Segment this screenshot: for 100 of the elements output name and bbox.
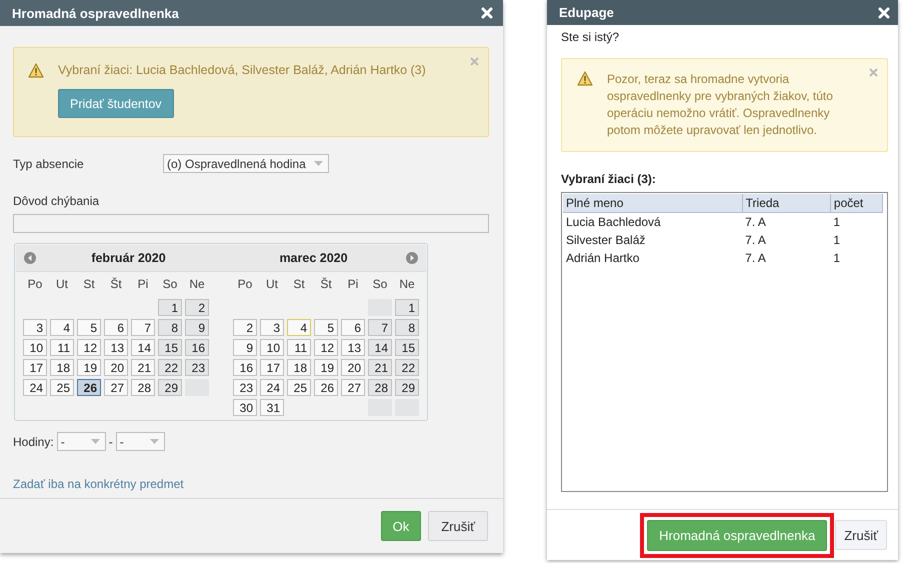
calendar-day[interactable]: 26 xyxy=(77,379,101,396)
calendar-day[interactable]: 3 xyxy=(260,319,284,336)
calendar-day[interactable]: 15 xyxy=(158,339,182,356)
calendar-day[interactable]: 7 xyxy=(131,319,155,336)
table-cell-text: Silvester Baláž xyxy=(565,232,646,249)
dialog-title: Edupage xyxy=(559,5,614,20)
table-cell-text: 7. A xyxy=(744,232,767,249)
weekday-label: Št xyxy=(319,276,333,293)
hour-select[interactable]: - xyxy=(56,432,106,451)
calendar-day[interactable]: 24 xyxy=(23,379,47,396)
weekday-label: Št xyxy=(109,276,123,293)
calendar-day[interactable]: 21 xyxy=(368,359,392,376)
subject-link[interactable]: Zadať iba na konkrétny predmet xyxy=(13,477,184,491)
calendar-day[interactable]: 27 xyxy=(341,379,365,396)
cancel-button[interactable]: Zrušiť xyxy=(428,511,488,541)
calendar-day[interactable]: 22 xyxy=(395,359,419,376)
calendar-day[interactable]: 28 xyxy=(131,379,155,396)
calendar-day[interactable]: 5 xyxy=(77,319,101,336)
calendar-day[interactable]: 22 xyxy=(158,359,182,376)
calendar-day[interactable]: 20 xyxy=(104,359,128,376)
calendar-day[interactable]: 18 xyxy=(50,359,74,376)
table-title: Vybraní žiaci (3): xyxy=(561,172,657,186)
table-cell-text: 7. A xyxy=(744,250,767,267)
calendar-day[interactable]: 17 xyxy=(260,359,284,376)
calendar-day[interactable]: 29 xyxy=(158,379,182,396)
calendar-day[interactable]: 29 xyxy=(395,379,419,396)
calendar-day[interactable]: 30 xyxy=(233,399,257,416)
calendar-day[interactable]: 23 xyxy=(233,379,257,396)
weekday-label: Po xyxy=(26,276,44,293)
calendar-day[interactable]: 11 xyxy=(50,339,74,356)
calendar-day[interactable]: 12 xyxy=(314,339,338,356)
calendar-day[interactable]: 2 xyxy=(233,319,257,336)
dialog-title: Hromadná ospravedlnenka xyxy=(12,6,179,20)
calendar-day[interactable]: 31 xyxy=(260,399,284,416)
absence-type-select[interactable]: (o) Ospravedlnená hodina xyxy=(163,154,329,173)
calendar-day[interactable]: 21 xyxy=(131,359,155,376)
calendar-day[interactable]: 19 xyxy=(314,359,338,376)
calendar-day[interactable]: 1 xyxy=(158,299,182,316)
reason-input-field[interactable] xyxy=(13,214,489,233)
calendar-day[interactable]: 15 xyxy=(395,339,419,356)
calendar-day[interactable]: 25 xyxy=(287,379,311,396)
calendar-day[interactable]: 9 xyxy=(233,339,257,356)
month-title: marec 2020 xyxy=(278,251,349,265)
table-cell-text: 1 xyxy=(832,250,842,267)
calendar-day[interactable]: 5 xyxy=(314,319,338,336)
calendar-day[interactable]: 10 xyxy=(260,339,284,356)
calendar-day[interactable]: 26 xyxy=(314,379,338,396)
calendar-day[interactable]: 3 xyxy=(23,319,47,336)
weekday-label: So xyxy=(372,276,388,293)
range-separator: - xyxy=(108,434,113,448)
next-month-icon[interactable] xyxy=(406,252,418,264)
calendar-day[interactable]: 12 xyxy=(77,339,101,356)
caret-icon xyxy=(90,439,100,444)
column-header[interactable]: počet xyxy=(830,194,882,212)
field-label: Dôvod chýbania xyxy=(13,194,100,208)
calendar-day[interactable]: 20 xyxy=(341,359,365,376)
calendar-day[interactable]: 4 xyxy=(287,319,311,336)
calendar-day[interactable]: 11 xyxy=(287,339,311,356)
calendar-day[interactable]: 8 xyxy=(395,319,419,336)
calendar-day[interactable]: 18 xyxy=(287,359,311,376)
calendar-day[interactable]: 8 xyxy=(158,319,182,336)
calendar-day[interactable]: 6 xyxy=(341,319,365,336)
warning-icon xyxy=(577,71,593,86)
calendar-day[interactable]: 17 xyxy=(23,359,47,376)
caret-icon xyxy=(150,439,159,444)
table-cell-text: Adrián Hartko xyxy=(565,250,640,267)
column-header[interactable]: Plné meno xyxy=(563,194,742,212)
calendar-day[interactable]: 13 xyxy=(341,339,365,356)
calendar-day[interactable]: 19 xyxy=(77,359,101,376)
calendar-day[interactable]: 28 xyxy=(368,379,392,396)
weekday-label: St xyxy=(292,276,306,293)
calendar-day[interactable]: 4 xyxy=(50,319,74,336)
calendar-day[interactable]: 25 xyxy=(50,379,74,396)
previous-month-icon[interactable] xyxy=(24,252,36,264)
calendar-day[interactable]: 24 xyxy=(260,379,284,396)
weekday-label: St xyxy=(82,276,96,293)
calendar-day[interactable]: 2 xyxy=(185,299,209,316)
calendar-day[interactable]: 16 xyxy=(233,359,257,376)
table-cell-text: 1 xyxy=(832,232,842,249)
calendar-day[interactable]: 6 xyxy=(104,319,128,336)
weekday-label: Ne xyxy=(188,276,206,293)
calendar-day[interactable]: 27 xyxy=(104,379,128,396)
alert-text: Pozor, teraz sa hromadne vytvoria ospravedlnenky pre vybraných žiakov, túto operáciu nemožno vrátiť. Ospravedlnenky potom môžete upravovať len jednotlivo. xyxy=(607,71,834,139)
warning-icon xyxy=(28,63,44,78)
table-cell: 1 xyxy=(830,212,882,231)
cancel-button[interactable]: Zrušiť xyxy=(835,520,887,550)
calendar-day[interactable]: 1 xyxy=(395,299,419,316)
column-header[interactable]: Trieda xyxy=(742,194,830,212)
calendar-day[interactable]: 16 xyxy=(185,339,209,356)
calendar-day[interactable]: 10 xyxy=(23,339,47,356)
calendar-day[interactable]: 14 xyxy=(131,339,155,356)
calendar-day[interactable]: 14 xyxy=(368,339,392,356)
weekday-label: So xyxy=(162,276,178,293)
calendar-day[interactable]: 9 xyxy=(185,319,209,336)
hour-select[interactable]: - xyxy=(116,432,165,451)
calendar-day[interactable]: 13 xyxy=(104,339,128,356)
alert-text: Vybraní žiaci: Lucia Bachledová, Silvester Baláž, Adrián Hartko (3) xyxy=(58,63,426,78)
calendar-day[interactable]: 7 xyxy=(368,319,392,336)
weekday-label: Ut xyxy=(265,276,279,293)
calendar-day[interactable]: 23 xyxy=(185,359,209,376)
